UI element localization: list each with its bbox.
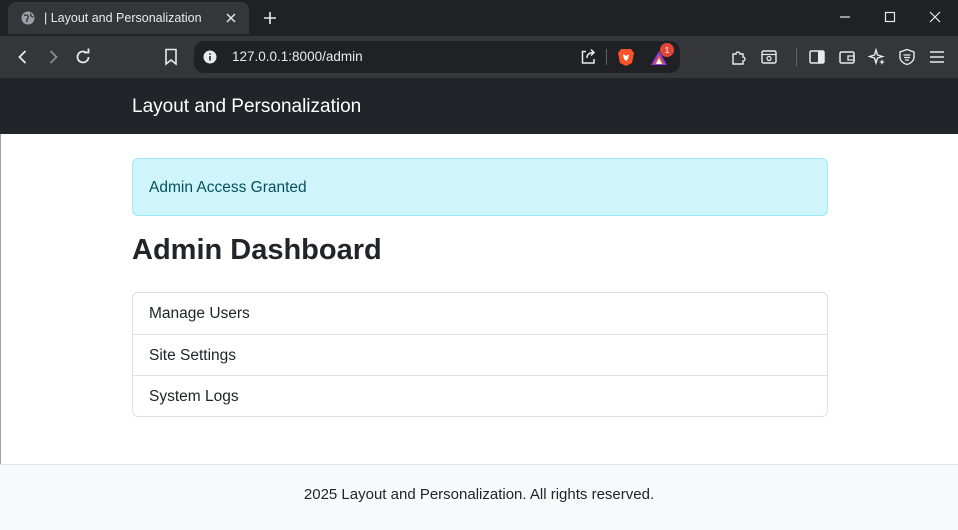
wallet-icon[interactable] (836, 46, 858, 68)
browser-toolbar: 127.0.0.1:8000/admin 1 (0, 36, 958, 78)
admin-menu-list: Manage Users Site Settings System Logs (132, 292, 828, 417)
new-tab-icon[interactable] (260, 8, 280, 28)
navbar-brand[interactable]: Layout and Personalization (132, 96, 361, 118)
share-icon[interactable] (579, 48, 597, 66)
back-icon[interactable] (12, 46, 34, 68)
sidebar-icon[interactable] (806, 46, 828, 68)
globe-icon (20, 10, 36, 26)
footer-text: 2025 Layout and Personalization. All rig… (303, 486, 655, 503)
page-title: Admin Dashboard (132, 234, 382, 266)
extensions-icon[interactable] (728, 46, 750, 68)
access-alert: Admin Access Granted (132, 158, 828, 216)
reader-mode-icon[interactable] (758, 46, 780, 68)
forward-icon[interactable] (42, 46, 64, 68)
rewards-badge: 1 (660, 43, 674, 57)
browser-tab[interactable]: | Layout and Personalization (8, 2, 249, 34)
vpn-shield-icon[interactable] (896, 46, 918, 68)
url-text[interactable]: 127.0.0.1:8000/admin (232, 49, 363, 64)
minimize-icon[interactable] (822, 0, 868, 34)
close-window-icon[interactable] (912, 0, 958, 34)
address-separator (606, 49, 607, 65)
site-footer: 2025 Layout and Personalization. All rig… (0, 464, 958, 530)
site-info-icon[interactable] (202, 49, 218, 65)
leo-ai-icon[interactable] (866, 46, 888, 68)
tab-title: | Layout and Personalization (44, 11, 202, 25)
list-item-site-settings[interactable]: Site Settings (133, 334, 827, 375)
list-item-manage-users[interactable]: Manage Users (133, 293, 827, 334)
list-item-system-logs[interactable]: System Logs (133, 375, 827, 416)
toolbar-separator (796, 48, 797, 66)
reload-icon[interactable] (72, 46, 94, 68)
address-bar[interactable]: 127.0.0.1:8000/admin 1 (194, 41, 680, 73)
close-tab-icon[interactable] (223, 10, 239, 26)
bookmark-icon[interactable] (160, 46, 182, 68)
browser-tab-strip: | Layout and Personalization (0, 0, 958, 36)
menu-icon[interactable] (926, 46, 948, 68)
brave-shields-icon[interactable] (616, 47, 636, 67)
maximize-icon[interactable] (867, 0, 913, 34)
site-navbar: Layout and Personalization (0, 78, 958, 134)
